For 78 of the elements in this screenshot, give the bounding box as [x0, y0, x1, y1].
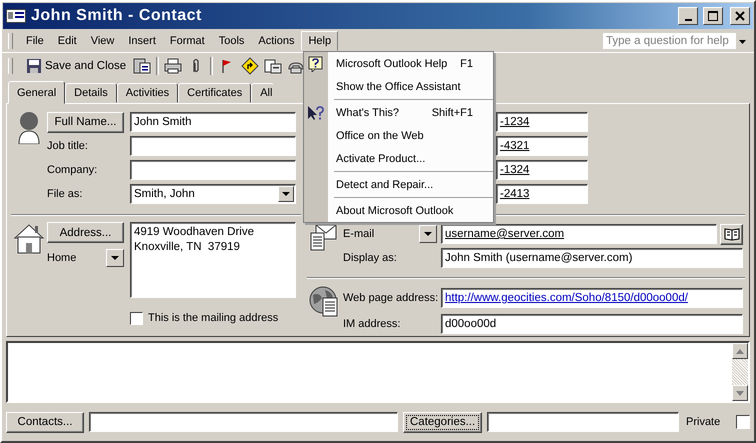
file-as-dropdown[interactable]: Smith, John — [130, 184, 296, 204]
house-icon — [13, 222, 45, 254]
tab[interactable]: General — [8, 81, 66, 104]
contacts-field[interactable] — [89, 412, 398, 432]
field-label: Display as: — [343, 252, 398, 264]
menu-item[interactable]: Office on the Web — [304, 124, 493, 147]
scroll-down-icon — [736, 390, 744, 396]
address-book-button[interactable] — [720, 224, 743, 244]
phone-field[interactable]: -1234 — [496, 112, 588, 132]
field-label: Company: — [47, 164, 98, 176]
sign-icon[interactable] — [241, 57, 260, 75]
save-and-close-button[interactable]: Save and Close — [24, 57, 128, 75]
printer-icon[interactable] — [164, 57, 182, 75]
address-button[interactable]: Address... — [47, 222, 124, 243]
field-label: Web page address: — [343, 292, 440, 304]
contact-card-icon — [6, 8, 26, 24]
address-type-dropdown[interactable] — [106, 249, 124, 267]
email-field[interactable]: username@server.com — [441, 224, 717, 244]
menu-item[interactable]: File — [19, 32, 51, 50]
menu-item[interactable]: Actions — [251, 32, 302, 50]
menu-item[interactable]: Insert — [121, 32, 163, 50]
menu-item[interactable]: What's This? Shift+F1 — [304, 101, 493, 124]
menu-item[interactable]: Activate Product... — [304, 147, 493, 170]
tab[interactable]: All — [251, 83, 274, 103]
address-type-label: Home — [47, 252, 76, 264]
close-button[interactable] — [730, 7, 750, 25]
tab[interactable]: Activities — [116, 83, 178, 103]
full-name-button[interactable]: Full Name... — [47, 112, 124, 132]
field-label: IM address: — [343, 318, 402, 330]
help-icon — [308, 56, 324, 72]
display-as-field[interactable]: John Smith (username@server.com) — [441, 248, 743, 268]
menu-item[interactable]: Help — [301, 31, 338, 51]
checkbox-label: This is the mailing address — [148, 312, 278, 324]
address-field[interactable]: 4919 Woodhaven Drive Knoxville, TN 37919 — [130, 222, 296, 298]
scroll-up-icon — [736, 348, 744, 354]
maximize-button[interactable] — [703, 7, 723, 25]
checkbox[interactable] — [130, 312, 143, 324]
menu-item[interactable]: Detect and Repair... — [304, 173, 493, 196]
shortcut-label: F1 — [460, 58, 474, 70]
menu-item[interactable]: Format — [162, 32, 212, 50]
book-icon — [724, 227, 740, 241]
private-label: Private — [686, 416, 720, 428]
help-question-field[interactable]: Type a question for help — [602, 32, 750, 50]
window-title: John Smith - Contact — [31, 7, 203, 25]
phone-field[interactable]: -2413 — [496, 184, 588, 204]
menu-item[interactable]: Edit — [50, 32, 84, 50]
text-field[interactable] — [130, 160, 296, 180]
field-label: Job title: — [47, 140, 89, 152]
whats-this-icon — [307, 104, 325, 120]
contacts-button[interactable]: Contacts... — [6, 412, 84, 432]
field-label: File as: — [47, 188, 84, 200]
address-card-icon[interactable] — [264, 57, 282, 75]
text-field[interactable] — [130, 136, 296, 156]
menu-item[interactable]: About Microsoft Outlook — [304, 199, 493, 222]
email-type-dropdown[interactable] — [419, 225, 437, 243]
categories-field[interactable] — [487, 412, 679, 432]
scrollbar[interactable] — [732, 343, 748, 401]
phone-field[interactable]: -4321 — [496, 136, 588, 156]
full-name-field[interactable]: John Smith — [130, 112, 296, 132]
menu-item[interactable]: Show the Office Assistant — [304, 75, 493, 98]
im-address-field[interactable]: d00oo00d — [441, 314, 743, 334]
tab[interactable]: Certificates — [178, 83, 252, 103]
menu-item[interactable]: Microsoft Outlook Help F1 — [304, 52, 493, 75]
field-label: E-mail — [343, 228, 376, 240]
minimize-button[interactable] — [678, 7, 698, 25]
close-icon — [735, 11, 745, 21]
tab[interactable]: Details — [65, 83, 117, 103]
minimize-icon — [684, 19, 692, 21]
menu-item[interactable]: Tools — [212, 32, 252, 50]
private-checkbox[interactable] — [736, 415, 750, 429]
phone-field[interactable]: -1324 — [496, 160, 588, 180]
categories-button[interactable]: Categories... — [403, 412, 482, 432]
web-page-field[interactable]: http://www.geocities.com/Soho/8150/d00oo00d/ — [441, 288, 743, 308]
save-card-icon[interactable] — [133, 57, 152, 75]
maximize-icon — [708, 11, 718, 21]
shortcut-label: Shift+F1 — [432, 106, 474, 118]
notes-field[interactable] — [6, 341, 750, 403]
menu-item[interactable]: View — [84, 32, 122, 50]
